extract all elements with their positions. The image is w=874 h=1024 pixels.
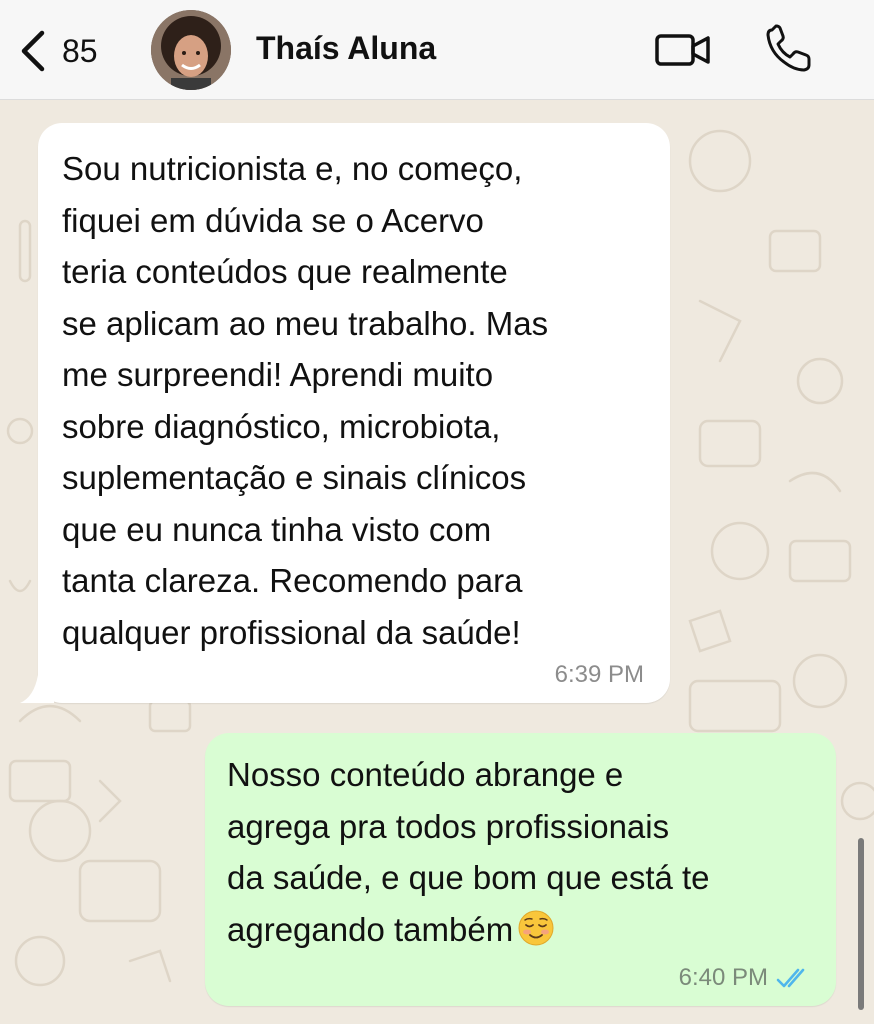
chat-header: 85 Thaís Aluna [0,0,874,100]
message-text: Sou nutricionista e, no começo, fiquei e… [62,150,549,651]
contact-name[interactable]: Thaís Aluna [256,30,436,67]
message-timestamp: 6:40 PM [678,964,768,991]
relieved-face-icon [518,910,554,945]
bubble-tail [20,675,54,703]
unread-count: 85 [62,32,98,69]
chevron-left-icon [21,30,45,72]
outgoing-message-bubble[interactable]: Nosso conteúdo abrange e agrega pra todo… [205,733,836,1006]
avatar[interactable] [151,10,231,90]
phone-icon[interactable] [762,24,814,74]
video-camera-icon[interactable] [654,30,712,70]
message-timestamp: 6:39 PM [554,661,644,688]
scrollbar[interactable] [858,838,864,1010]
incoming-message-bubble[interactable]: Sou nutricionista e, no começo, fiquei e… [20,123,670,703]
message-text: Nosso conteúdo abrange e agrega pra todo… [227,756,710,948]
message-text-container: Nosso conteúdo abrange e agrega pra todo… [227,749,823,955]
double-check-icon [776,968,805,988]
back-button[interactable]: 85 [18,26,98,76]
